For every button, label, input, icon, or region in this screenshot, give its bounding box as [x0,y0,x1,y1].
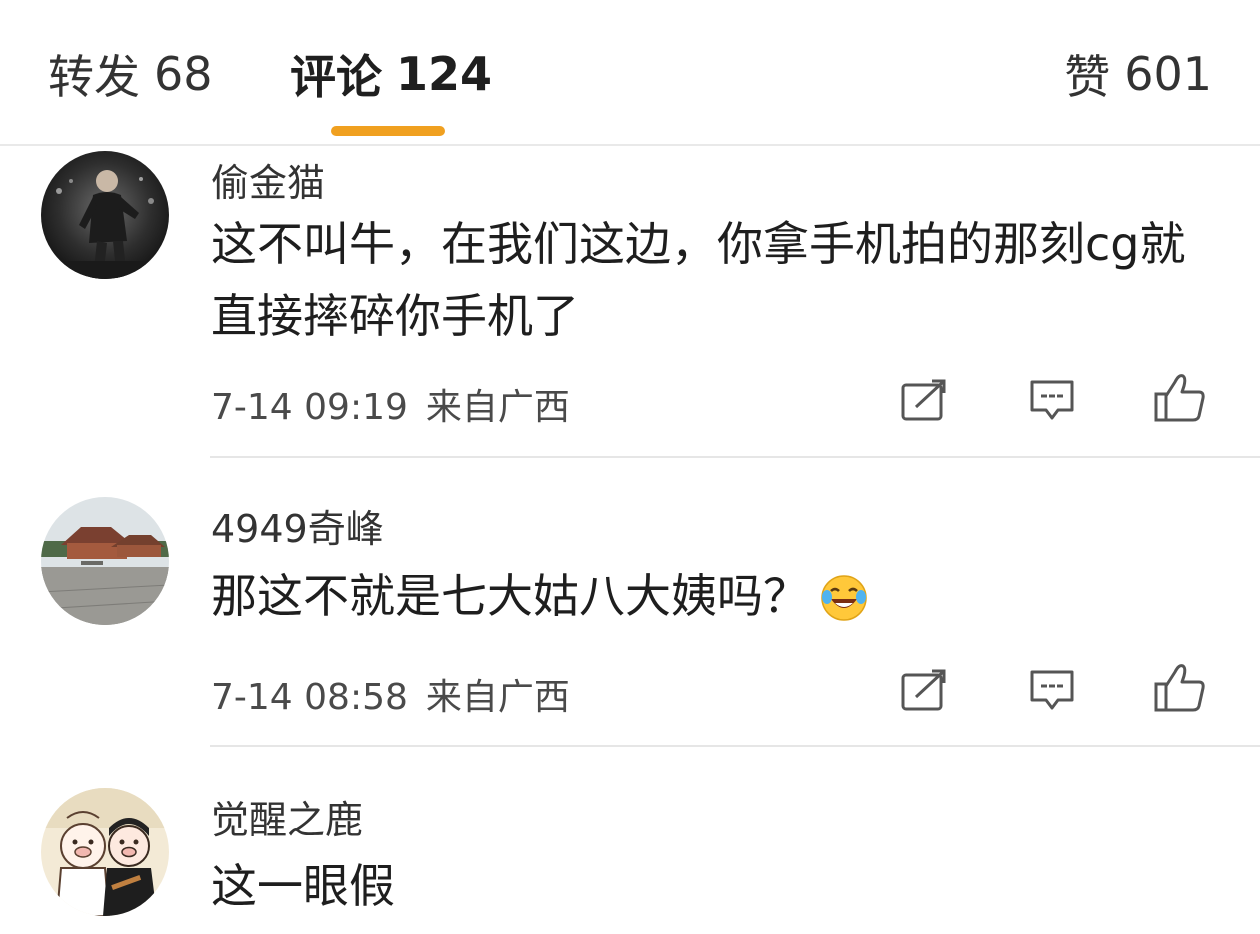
tab-reposts-count: 68 [154,47,213,101]
tab-reposts[interactable]: 转发 68 [48,42,213,106]
repost-icon [901,669,946,711]
football-player-avatar-image [41,151,169,279]
cartoon-pigs-avatar-image [41,788,169,916]
tab-likes-label: 赞 [1064,50,1111,104]
comments-page: 转发 68 评论 124 赞 601 偷金猫 这不叫牛，在我们这边，你拿手机拍的… [0,0,1260,934]
username[interactable]: 觉醒之鹿 [211,789,363,844]
like-button[interactable] [1153,660,1207,714]
username[interactable]: 4949奇峰 [211,498,384,553]
repost-icon [901,379,946,421]
active-tab-indicator [331,126,445,136]
comment-meta: 7-14 09:19 来自广西 [211,378,570,430]
like-button[interactable] [1153,370,1207,424]
comment-icon [1030,380,1074,420]
tab-comments[interactable]: 评论 124 [290,42,492,106]
divider [210,745,1260,747]
comment-button[interactable] [1025,664,1079,718]
repost-button[interactable] [897,374,951,428]
tab-bar: 转发 68 评论 124 赞 601 [0,0,1260,146]
comment-text: 那这不就是七大姑八大姨吗？ [211,560,1211,632]
tab-likes-count: 601 [1124,47,1212,101]
temple-plaza-avatar-image [41,497,169,625]
avatar[interactable] [41,788,169,916]
like-icon [1154,664,1205,712]
comment-text-body: 那这不就是七大姑八大姨吗？ [211,569,809,623]
tab-likes[interactable]: 赞 601 [1064,42,1212,106]
comment-location: 来自广西 [425,677,570,718]
comment-text: 这不叫牛，在我们这边，你拿手机拍的那刻cg就直接摔碎你手机了 [211,217,1186,343]
tab-reposts-label: 转发 [48,50,140,104]
comment-icon [1030,670,1074,710]
username[interactable]: 偷金猫 [211,152,325,207]
comment-time: 7-14 08:58 [211,677,408,718]
avatar[interactable] [41,497,169,625]
laugh-cry-emoji-icon [819,571,869,621]
avatar[interactable] [41,151,169,279]
repost-button[interactable] [897,664,951,718]
divider [210,456,1260,458]
comment-time: 7-14 09:19 [211,387,408,428]
comment-location: 来自广西 [425,387,570,428]
comment-button[interactable] [1025,374,1079,428]
comment-meta: 7-14 08:58 来自广西 [211,668,570,720]
tab-comments-label: 评论 [290,50,382,104]
tab-comments-count: 124 [396,47,493,101]
like-icon [1154,374,1205,422]
comment-text: 这一眼假 [211,859,395,913]
